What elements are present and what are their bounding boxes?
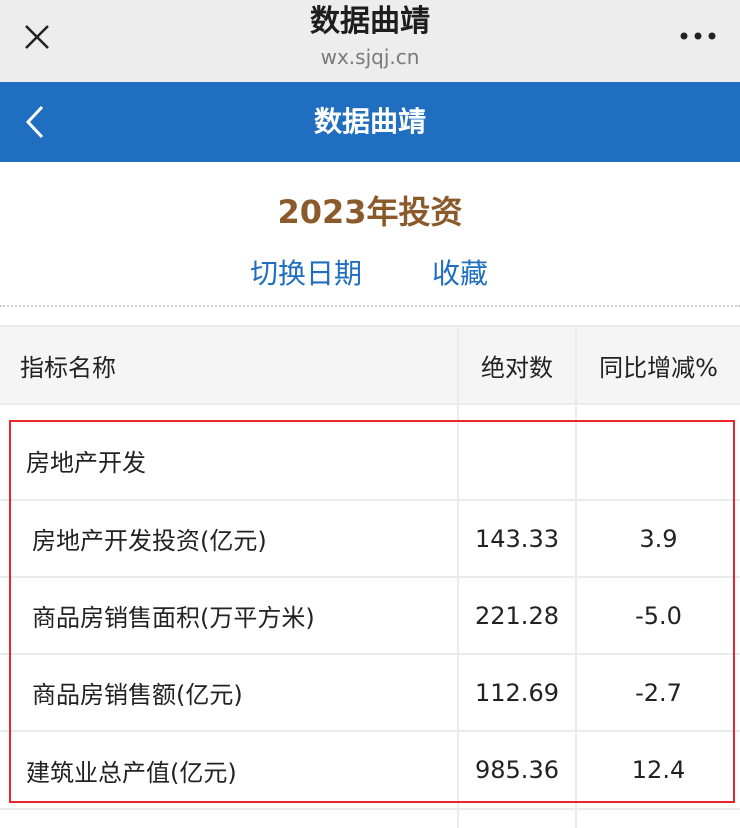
row-absolute: 221.28 <box>459 578 575 653</box>
browser-title: 数据曲靖 <box>310 4 430 39</box>
app-header: 数据曲靖 <box>0 82 740 162</box>
row-absolute-partial <box>459 810 575 828</box>
divider <box>0 305 740 307</box>
table-row[interactable]: 商品房销售额(亿元) 112.69 -2.7 <box>0 655 740 730</box>
row-name-partial <box>0 810 457 828</box>
column-header-name: 指标名称 <box>0 327 457 403</box>
switch-date-link[interactable]: 切换日期 <box>250 254 362 294</box>
table-header-row: 指标名称 绝对数 同比增减% <box>0 327 740 403</box>
header-title: 数据曲靖 <box>313 105 426 138</box>
table-row[interactable]: 房地产开发投资(亿元) 143.33 3.9 <box>0 501 740 576</box>
row-yoy: 3.9 <box>577 501 740 576</box>
row-name: 房地产开发投资(亿元) <box>0 501 457 576</box>
browser-bar: 数据曲靖 wx.sjqj.cn <box>0 0 740 82</box>
row-name: 商品房销售额(亿元) <box>0 655 457 730</box>
row-name: 房地产开发 <box>0 405 457 499</box>
row-absolute: 143.33 <box>459 501 575 576</box>
row-absolute: 985.36 <box>459 732 575 808</box>
row-yoy: 12.4 <box>577 732 740 808</box>
browser-url: wx.sjqj.cn <box>320 45 420 69</box>
page-title: 2023年投资 <box>277 193 463 231</box>
table-row[interactable]: 房地产开发 <box>0 405 740 499</box>
column-header-absolute: 绝对数 <box>459 327 575 403</box>
row-absolute <box>459 405 575 499</box>
more-icon <box>680 32 716 40</box>
row-yoy: -2.7 <box>577 655 740 730</box>
more-button[interactable] <box>674 16 722 56</box>
table-row[interactable]: 建筑业总产值(亿元) 985.36 12.4 <box>0 732 740 808</box>
row-yoy <box>577 405 740 499</box>
data-table: 指标名称 绝对数 同比增减% 房地产开发 房地产开发投资(亿元) 143.33 … <box>0 325 740 828</box>
table-row-partial <box>0 810 740 828</box>
column-header-yoy: 同比增减% <box>577 327 740 403</box>
row-absolute: 112.69 <box>459 655 575 730</box>
table-row[interactable]: 商品房销售面积(万平方米) 221.28 -5.0 <box>0 578 740 653</box>
row-yoy-partial <box>577 810 740 828</box>
row-name: 建筑业总产值(亿元) <box>0 732 457 808</box>
row-name: 商品房销售面积(万平方米) <box>0 578 457 653</box>
favorite-link[interactable]: 收藏 <box>432 254 488 294</box>
row-yoy: -5.0 <box>577 578 740 653</box>
